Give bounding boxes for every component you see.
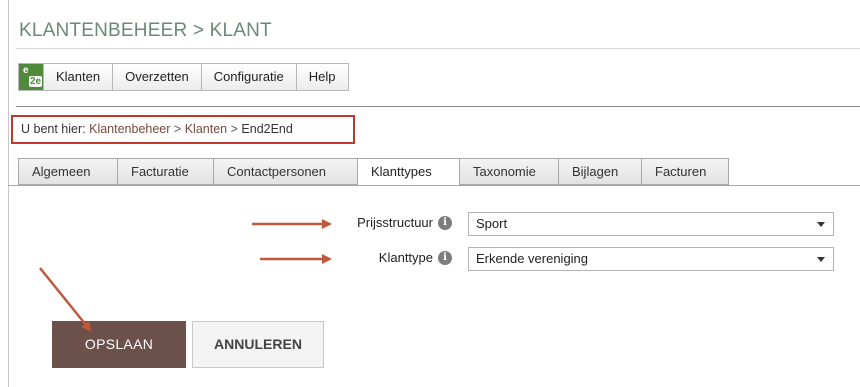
page-title: KLANTENBEHEER > KLANT — [19, 20, 272, 41]
tab-klanttypes[interactable]: Klanttypes — [357, 158, 459, 186]
prijsstructuur-select[interactable]: Sport — [468, 212, 834, 236]
klanttype-value: Erkende vereniging — [476, 251, 589, 266]
info-icon[interactable]: i — [438, 250, 452, 265]
title-divider — [16, 48, 860, 49]
menu-divider — [16, 106, 860, 107]
tab-taxonomie[interactable]: Taxonomie — [459, 158, 558, 185]
klanttype-select[interactable]: Erkende vereniging — [468, 247, 834, 271]
breadcrumb-prefix: U bent hier: — [21, 122, 86, 136]
tab-bar: Algemeen Facturatie Contactpersonen Klan… — [18, 158, 729, 186]
cancel-button[interactable]: ANNULEREN — [192, 321, 324, 368]
prijsstructuur-label-text: Prijsstructuur — [357, 215, 433, 230]
save-button[interactable]: OPSLAAN — [52, 321, 186, 368]
klanttype-label-text: Klanttype — [378, 250, 433, 265]
tab-panel-border — [8, 185, 860, 186]
form-row-prijsstructuur: Prijsstructuur i Sport — [0, 212, 860, 236]
chevron-down-icon — [817, 222, 825, 227]
menu-item-configuratie[interactable]: Configuratie — [201, 64, 297, 90]
window-left-border — [8, 0, 9, 387]
main-menubar: e 2e Klanten Overzetten Configuratie Hel… — [18, 63, 349, 91]
logo-top-text: e — [23, 65, 29, 76]
tab-facturen[interactable]: Facturen — [641, 158, 729, 185]
prijsstructuur-value: Sport — [476, 216, 508, 231]
breadcrumb-klanten[interactable]: Klanten — [185, 122, 227, 136]
tab-facturatie[interactable]: Facturatie — [117, 158, 213, 185]
breadcrumb-current: End2End — [241, 122, 293, 136]
menu-item-help[interactable]: Help — [296, 64, 348, 90]
klanttype-label: Klanttype i — [379, 250, 452, 265]
prijsstructuur-label: Prijsstructuur i — [357, 215, 452, 230]
logo-bottom-text: 2e — [29, 76, 43, 87]
e2e-logo-icon[interactable]: e 2e — [19, 64, 44, 90]
breadcrumb-separator: > — [230, 122, 238, 136]
chevron-down-icon — [817, 257, 825, 262]
tab-contactpersonen[interactable]: Contactpersonen — [213, 158, 357, 185]
breadcrumb-separator: > — [173, 122, 182, 136]
menu-item-overzetten[interactable]: Overzetten — [113, 64, 202, 90]
info-icon[interactable]: i — [438, 215, 452, 230]
tab-bijlagen[interactable]: Bijlagen — [558, 158, 641, 185]
menu-item-klanten[interactable]: Klanten — [44, 64, 114, 90]
form-row-klanttype: Klanttype i Erkende vereniging — [0, 247, 860, 271]
breadcrumb-klantenbeheer[interactable]: Klantenbeheer — [89, 122, 170, 136]
tab-algemeen[interactable]: Algemeen — [18, 158, 117, 185]
breadcrumb: U bent hier: Klantenbeheer > Klanten > E… — [11, 115, 355, 144]
